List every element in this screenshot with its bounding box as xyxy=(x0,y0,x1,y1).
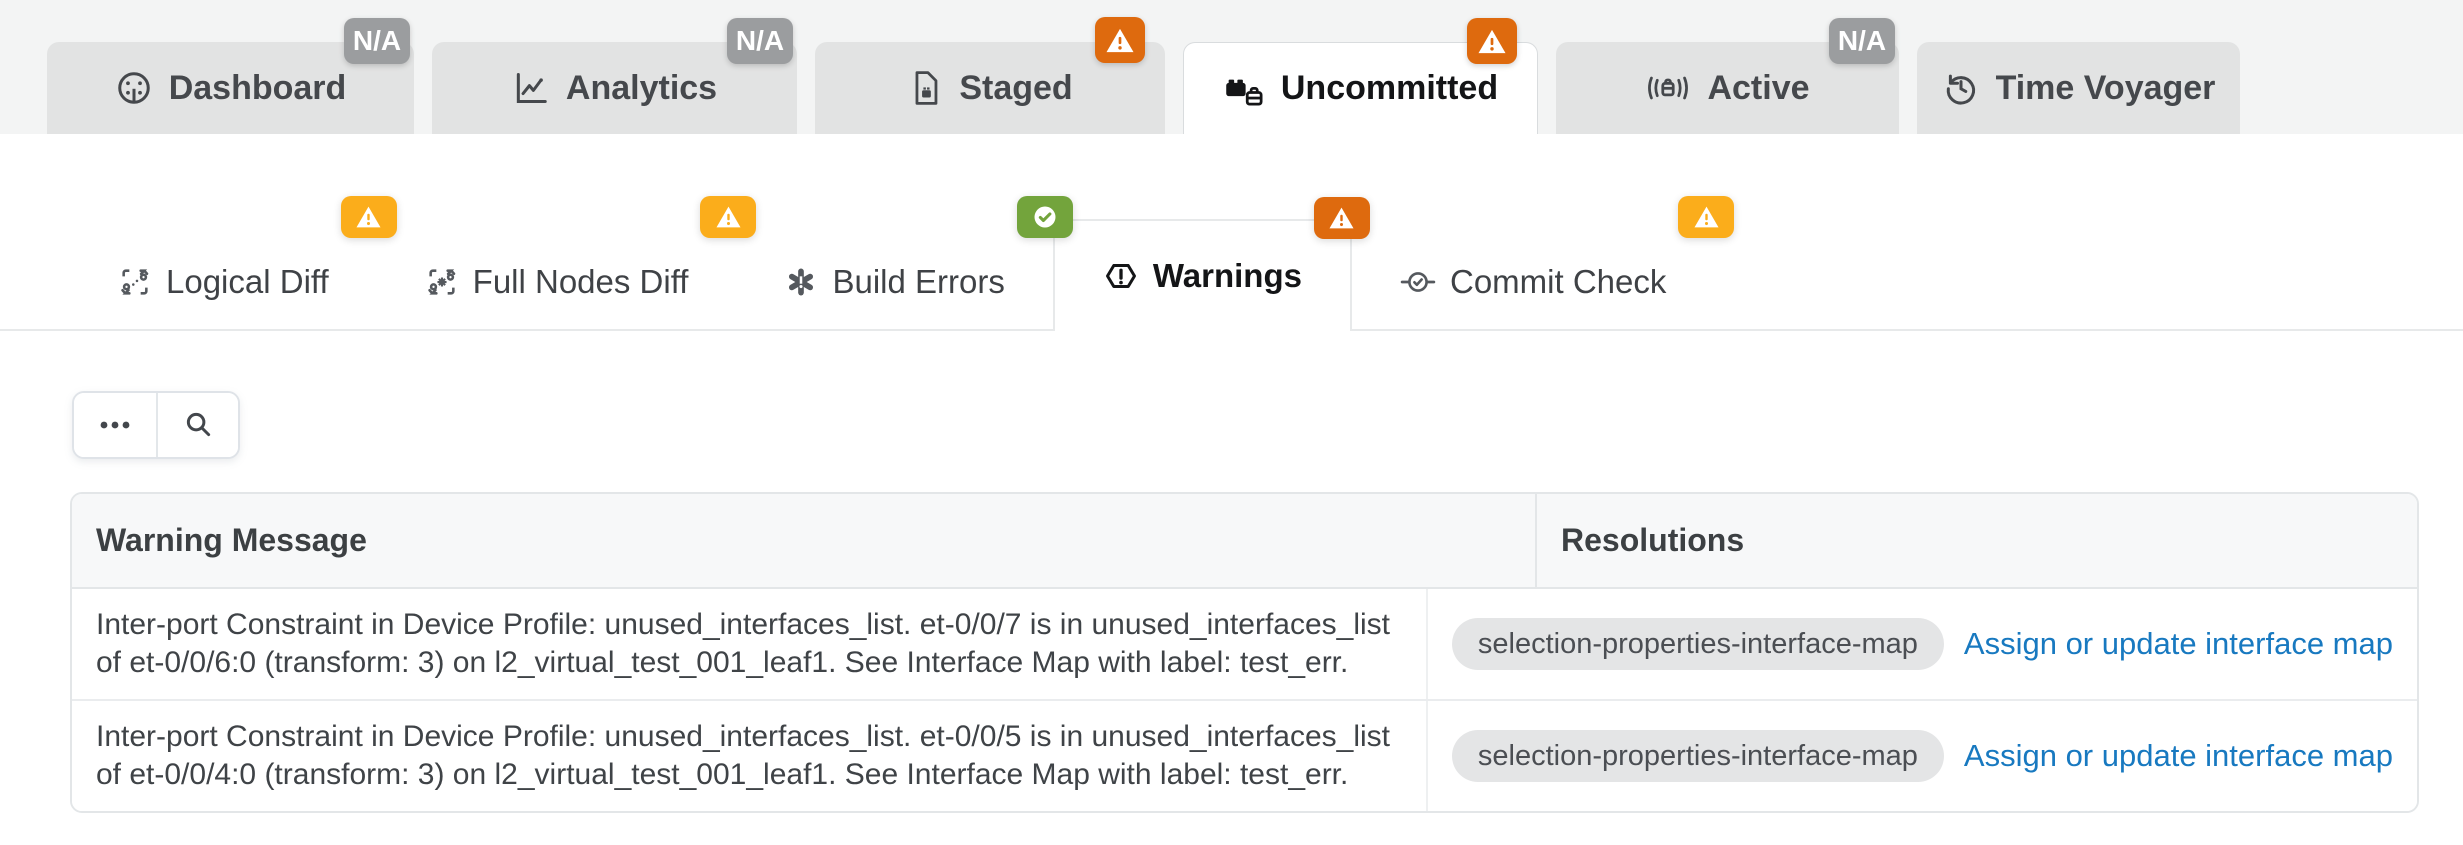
active-icon xyxy=(1645,69,1691,107)
more-actions-button[interactable] xyxy=(74,393,156,457)
resolution-link[interactable]: Assign or update interface map xyxy=(1964,738,2393,774)
tab-label: Active xyxy=(1707,69,1809,108)
dashboard-icon xyxy=(115,69,153,107)
tab-time-voyager[interactable]: Time Voyager xyxy=(1917,42,2240,134)
staged-icon xyxy=(907,69,943,107)
subtab-label: Warnings xyxy=(1153,257,1302,295)
warning-badge xyxy=(700,196,756,238)
tab-analytics[interactable]: Analytics N/A xyxy=(432,42,797,134)
resolution-link[interactable]: Assign or update interface map xyxy=(1964,626,2393,662)
warning-badge xyxy=(1095,17,1145,63)
search-icon xyxy=(183,409,213,442)
tab-label: Staged xyxy=(959,69,1072,108)
tab-staged[interactable]: Staged xyxy=(815,42,1165,134)
na-badge: N/A xyxy=(1829,18,1895,64)
na-badge: N/A xyxy=(344,18,410,64)
warning-badge xyxy=(341,196,397,238)
table-row: Inter-port Constraint in Device Profile:… xyxy=(72,589,2417,699)
time-voyager-icon xyxy=(1942,69,1980,107)
warning-message-cell: Inter-port Constraint in Device Profile:… xyxy=(72,701,1428,811)
warnings-toolbar xyxy=(72,391,2463,459)
analytics-icon xyxy=(512,69,550,107)
tab-label: Time Voyager xyxy=(1996,69,2216,108)
column-header-resolutions: Resolutions xyxy=(1537,494,2417,587)
subtab-label: Build Errors xyxy=(832,263,1004,301)
warning-message-cell: Inter-port Constraint in Device Profile:… xyxy=(72,589,1428,699)
resolutions-cell: selection-properties-interface-map Assig… xyxy=(1428,589,2417,699)
uncommitted-subtab-bar: Logical Diff Full Nodes Diff xyxy=(0,221,2463,331)
resolution-tag: selection-properties-interface-map xyxy=(1452,618,1944,670)
subtab-commit-check[interactable]: Commit Check xyxy=(1352,234,1714,329)
subtab-label: Commit Check xyxy=(1450,263,1666,301)
tab-label: Uncommitted xyxy=(1281,69,1498,108)
tab-uncommitted[interactable]: Uncommitted xyxy=(1183,42,1538,134)
resolutions-cell: selection-properties-interface-map Assig… xyxy=(1428,701,2417,811)
warning-badge xyxy=(1467,18,1517,64)
subtab-build-errors[interactable]: Build Errors xyxy=(736,234,1052,329)
warnings-table: Warning Message Resolutions Inter-port C… xyxy=(70,492,2419,813)
subtab-full-nodes-diff[interactable]: Full Nodes Diff xyxy=(377,234,737,329)
tab-label: Analytics xyxy=(566,69,717,108)
full-nodes-diff-icon xyxy=(425,265,459,299)
column-header-warning-message: Warning Message xyxy=(72,494,1537,587)
success-badge xyxy=(1017,196,1073,238)
subtab-label: Logical Diff xyxy=(166,263,329,301)
table-header-row: Warning Message Resolutions xyxy=(72,494,2417,589)
table-row: Inter-port Constraint in Device Profile:… xyxy=(72,699,2417,811)
subtab-logical-diff[interactable]: Logical Diff xyxy=(70,234,377,329)
search-button[interactable] xyxy=(156,393,238,457)
build-errors-icon xyxy=(784,265,818,299)
warnings-icon xyxy=(1103,258,1139,294)
subtab-warnings[interactable]: Warnings xyxy=(1053,219,1352,331)
tab-label: Dashboard xyxy=(169,69,347,108)
warning-badge xyxy=(1678,196,1734,238)
resolution-tag: selection-properties-interface-map xyxy=(1452,730,1944,782)
tab-dashboard[interactable]: Dashboard N/A xyxy=(47,42,414,134)
na-badge: N/A xyxy=(727,18,793,64)
commit-check-icon xyxy=(1400,265,1436,299)
uncommitted-icon xyxy=(1223,69,1265,109)
ellipsis-icon xyxy=(98,418,132,433)
toolbar-button-group xyxy=(72,391,240,459)
warning-badge xyxy=(1314,197,1370,239)
subtab-label: Full Nodes Diff xyxy=(473,263,689,301)
logical-diff-icon xyxy=(118,265,152,299)
main-tab-bar: Dashboard N/A Analytics N/A Staged xyxy=(0,0,2463,134)
tab-active[interactable]: Active N/A xyxy=(1556,42,1899,134)
